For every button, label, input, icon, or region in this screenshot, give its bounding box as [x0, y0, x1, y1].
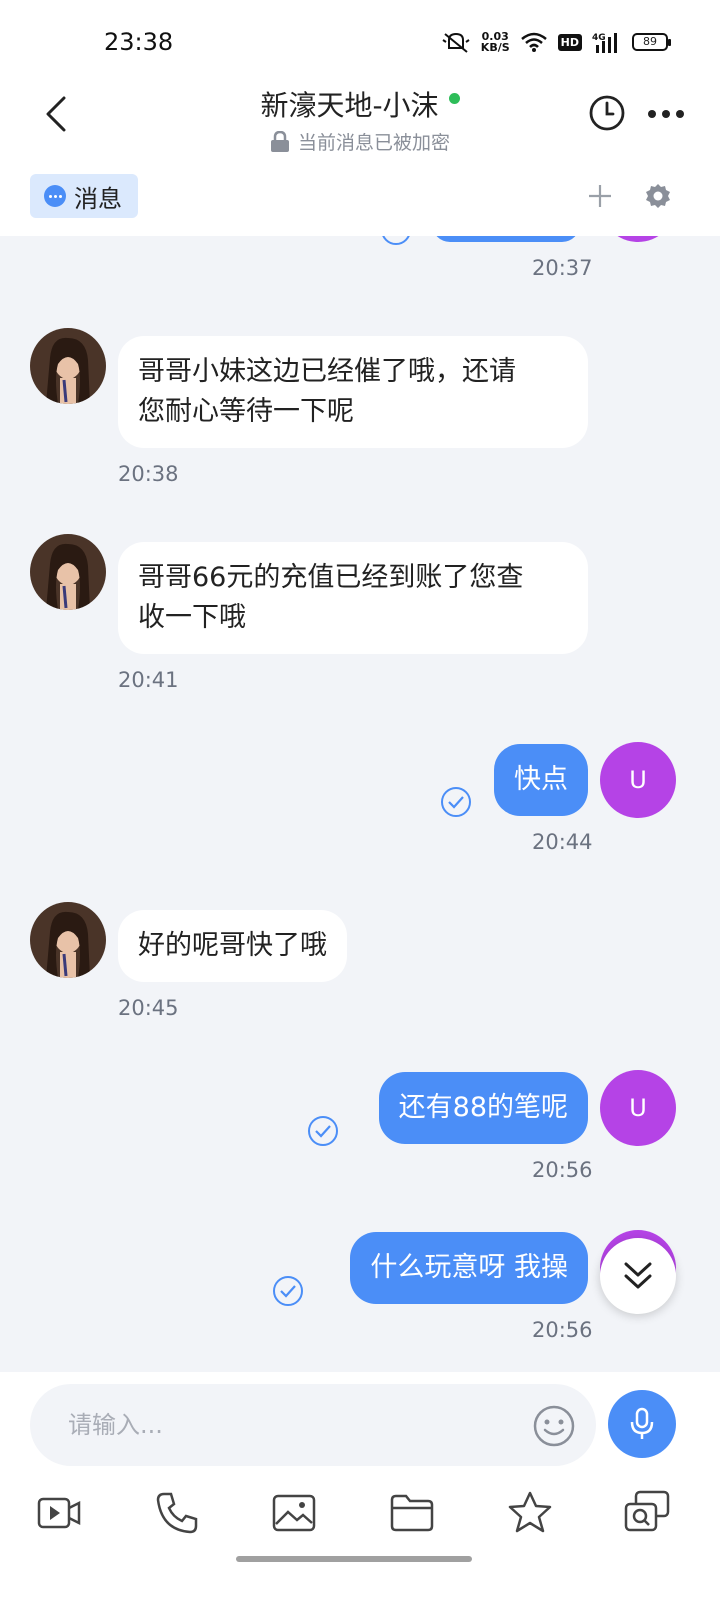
message-input[interactable]: [68, 1406, 488, 1444]
incoming-message[interactable]: 哥哥小妹这边已经催了哦，还请 您耐心等待一下呢: [118, 336, 588, 448]
battery-icon: 89: [632, 33, 671, 51]
message-time: 20:37: [532, 256, 593, 280]
video-icon[interactable]: [36, 1490, 82, 1536]
double-chevron-down-icon: [624, 1262, 652, 1289]
message-time: 20:41: [118, 668, 179, 692]
speed-unit: KB/S: [480, 41, 510, 54]
signal-icon: 4G: [592, 33, 617, 53]
voice-button[interactable]: [608, 1390, 676, 1458]
status-icons: 0.03 KB/S HD 4G 89: [441, 30, 671, 54]
message-text-line: 收一下哦: [138, 602, 246, 633]
chat-title-text: 新濠天地-小沫: [260, 89, 439, 122]
user-avatar[interactable]: U: [600, 742, 676, 818]
message-time: 20:38: [118, 462, 179, 486]
outgoing-message[interactable]: 什么玩意呀 我操: [350, 1232, 588, 1304]
tab-messages[interactable]: 消息: [30, 174, 138, 218]
phone-icon[interactable]: [154, 1490, 200, 1536]
contact-avatar[interactable]: [30, 534, 106, 610]
message-text-line: 您耐心等待一下呢: [138, 396, 354, 427]
contact-avatar[interactable]: [30, 902, 106, 978]
home-indicator[interactable]: [236, 1556, 472, 1562]
plus-icon[interactable]: [586, 182, 614, 210]
message-time: 20:56: [532, 1158, 593, 1182]
user-avatar[interactable]: U: [600, 1070, 676, 1146]
network-speed: 0.03 KB/S: [481, 31, 510, 53]
star-icon[interactable]: [507, 1490, 553, 1536]
read-check-icon: [382, 236, 410, 245]
online-status-dot: [448, 92, 460, 104]
lock-icon: [270, 130, 289, 152]
emoji-icon[interactable]: [532, 1404, 576, 1448]
incoming-message[interactable]: 好的呢哥快了哦: [118, 910, 347, 982]
quick-reply-icon[interactable]: [624, 1490, 670, 1536]
mic-icon: [630, 1407, 654, 1439]
tab-bar: 消息: [0, 160, 720, 236]
more-icon[interactable]: [646, 96, 686, 132]
chat-title: 新濠天地-小沫: [260, 84, 460, 124]
chat-area[interactable]: 20:37 哥哥小妹这边已经催了哦，还请 您耐心等待一下呢 20:38 哥哥66…: [0, 236, 720, 1372]
message-time: 20:44: [532, 830, 593, 854]
hd-badge: HD: [557, 33, 582, 51]
gear-icon[interactable]: [644, 182, 672, 210]
message-time: 20:56: [532, 1318, 593, 1342]
scroll-to-bottom-button[interactable]: [600, 1238, 676, 1314]
mute-icon: [442, 32, 470, 53]
message-input-box[interactable]: [30, 1384, 596, 1466]
clock-icon[interactable]: [588, 94, 626, 132]
folder-icon[interactable]: [389, 1490, 435, 1536]
outgoing-message[interactable]: 还有88的笔呢: [378, 1072, 588, 1144]
outgoing-message[interactable]: 快点: [494, 744, 588, 816]
chat-header: 新濠天地-小沫 当前消息已被加密: [0, 80, 720, 160]
message-time: 20:45: [118, 996, 179, 1020]
incoming-message[interactable]: 哥哥66元的充值已经到账了您查 收一下哦: [118, 542, 588, 654]
contact-avatar[interactable]: [30, 328, 106, 404]
wifi-icon: [520, 32, 547, 52]
tool-bar: [0, 1490, 720, 1540]
status-bar: 23:38 0.03 KB/S HD 4G 89: [0, 0, 720, 80]
message-bubble-icon: [44, 185, 66, 207]
read-check-icon: [441, 787, 471, 817]
message-text-line: 哥哥66元的充值已经到账了您查: [138, 562, 524, 593]
input-bar: [0, 1372, 720, 1600]
tab-messages-label: 消息: [74, 184, 122, 213]
encryption-text: 当前消息已被加密: [297, 132, 450, 154]
read-check-icon: [273, 1276, 303, 1306]
read-check-icon: [308, 1116, 338, 1146]
encryption-notice: 当前消息已被加密: [0, 128, 720, 155]
status-time: 23:38: [104, 28, 174, 56]
partial-outgoing-bubble: [432, 236, 580, 242]
message-text-line: 哥哥小妹这边已经催了哦，还请: [138, 356, 516, 387]
partial-user-avatar: [600, 236, 676, 242]
image-icon[interactable]: [271, 1490, 317, 1536]
